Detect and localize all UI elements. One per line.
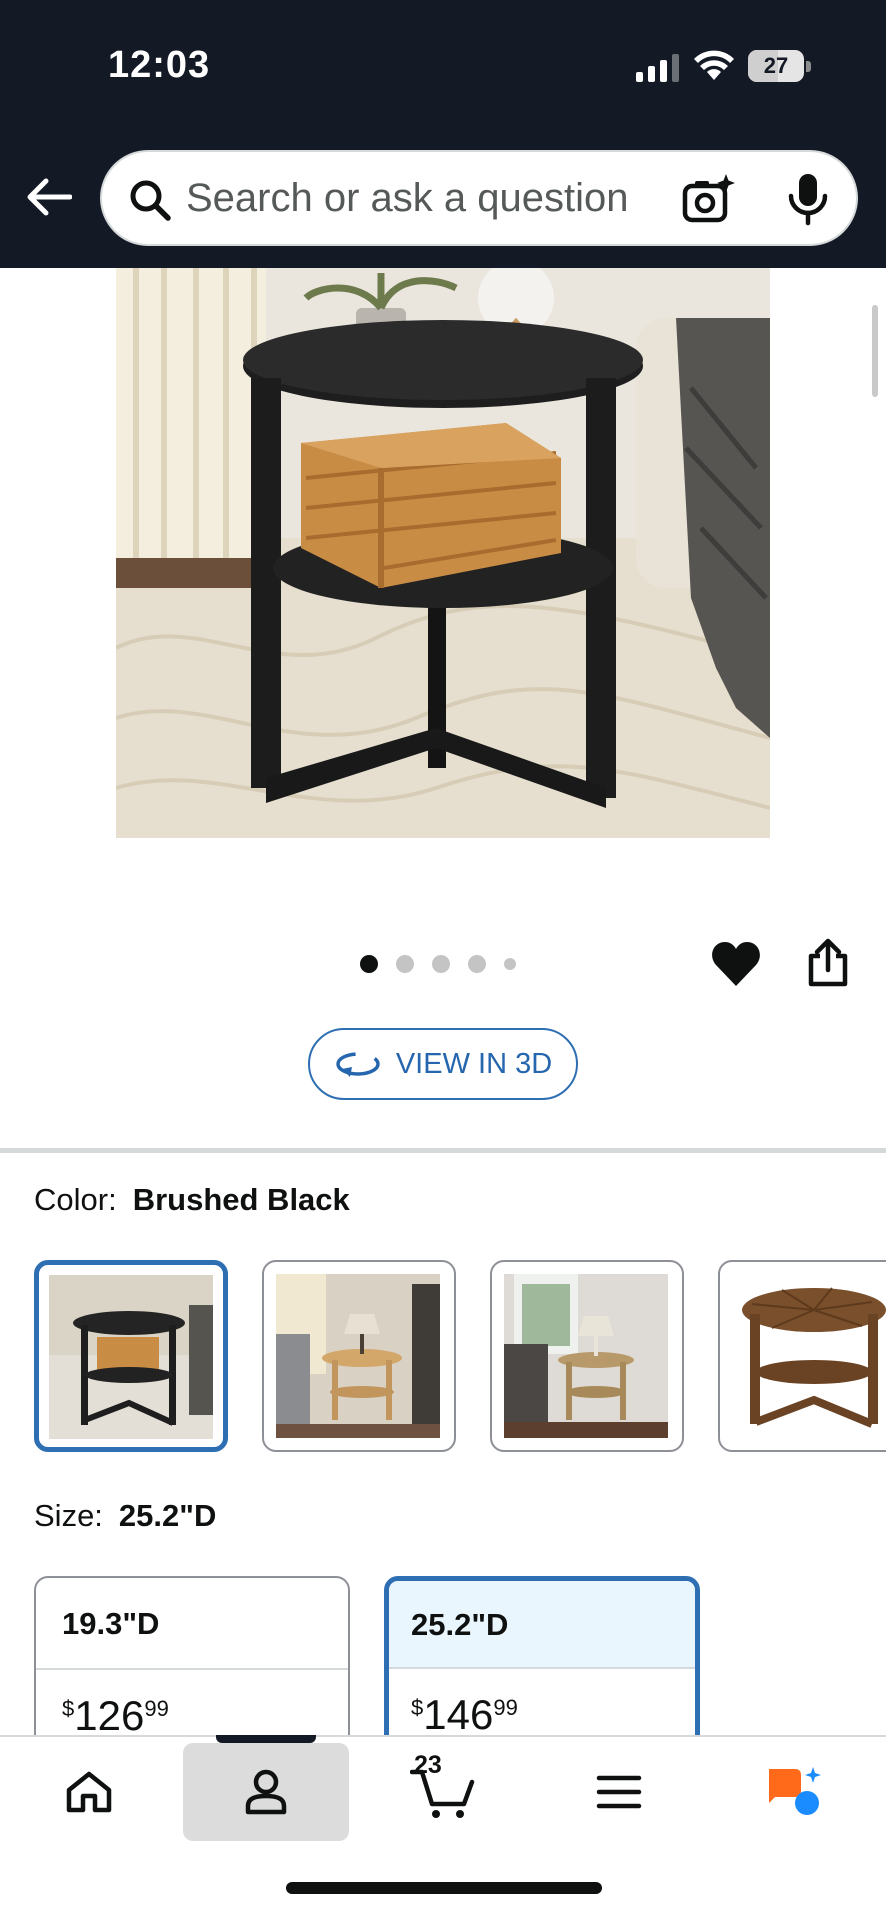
color-value: Brushed Black: [132, 1182, 350, 1217]
pager-dot[interactable]: [396, 955, 414, 973]
share-icon[interactable]: [806, 938, 850, 988]
image-pager[interactable]: [360, 952, 534, 976]
size-option-label: 25.2"D: [389, 1581, 695, 1669]
back-arrow-icon: [27, 178, 72, 216]
color-swatch-option-4[interactable]: [718, 1260, 886, 1452]
cellular-signal-icon: [636, 54, 679, 82]
nav-tab-menu[interactable]: [536, 1743, 702, 1841]
camera-search-icon[interactable]: [682, 172, 736, 226]
rufus-assistant-icon: [769, 1767, 821, 1815]
swatch-image: [276, 1274, 440, 1438]
battery-percent: 27: [763, 53, 789, 78]
color-swatch-list[interactable]: [34, 1260, 886, 1454]
back-button[interactable]: [24, 172, 74, 222]
battery-icon: 27: [748, 50, 812, 82]
nav-tab-rufus[interactable]: [712, 1743, 878, 1841]
product-photo-end-table: [116, 268, 770, 838]
product-image[interactable]: [116, 268, 770, 838]
scroll-indicator[interactable]: [872, 305, 878, 397]
search-icon: [130, 180, 171, 221]
person-icon: [245, 1769, 287, 1815]
size-option-price: $12699: [62, 1692, 169, 1739]
status-bar: 12:03 27: [0, 0, 886, 130]
status-time: 12:03: [108, 44, 211, 86]
swatch-image: [49, 1275, 213, 1439]
menu-icon: [596, 1775, 642, 1809]
size-value: 25.2"D: [118, 1498, 217, 1533]
swatch-image: [732, 1274, 886, 1438]
pager-dot[interactable]: [432, 955, 450, 973]
cart-count-badge: 23: [414, 1751, 442, 1779]
rotate-3d-icon: [336, 1052, 380, 1077]
search-bar[interactable]: Search or ask a question: [100, 150, 858, 246]
size-option-price: $14699: [411, 1691, 518, 1738]
section-divider: [0, 1148, 886, 1153]
color-selection-row: Color: Brushed Black: [34, 1182, 350, 1218]
color-label: Color:: [34, 1182, 117, 1217]
home-indicator: [286, 1882, 602, 1894]
pager-dot[interactable]: [360, 955, 378, 973]
view-in-3d-label: VIEW IN 3D: [395, 1047, 553, 1080]
home-icon: [66, 1771, 112, 1813]
size-label: Size:: [34, 1498, 103, 1533]
pager-dot[interactable]: [468, 955, 486, 973]
search-input[interactable]: Search or ask a question: [186, 176, 628, 221]
color-swatch-brushed-black[interactable]: [34, 1260, 228, 1452]
microphone-icon[interactable]: [786, 172, 830, 226]
heart-icon[interactable]: [710, 938, 762, 990]
active-tab-indicator: [216, 1735, 316, 1743]
nav-tab-home[interactable]: [6, 1743, 172, 1841]
pager-dot[interactable]: [504, 958, 516, 970]
view-in-3d-button[interactable]: VIEW IN 3D: [308, 1028, 578, 1100]
wifi-icon: [694, 50, 734, 80]
swatch-image: [504, 1274, 668, 1438]
nav-tab-account[interactable]: [183, 1743, 349, 1841]
top-header: 12:03 27 Search or ask a question: [0, 0, 886, 268]
nav-tab-cart[interactable]: 23: [360, 1743, 526, 1841]
color-swatch-option-3[interactable]: [490, 1260, 684, 1452]
size-option-label: 19.3"D: [36, 1578, 348, 1670]
color-swatch-option-2[interactable]: [262, 1260, 456, 1452]
size-selection-row: Size: 25.2"D: [34, 1498, 216, 1534]
